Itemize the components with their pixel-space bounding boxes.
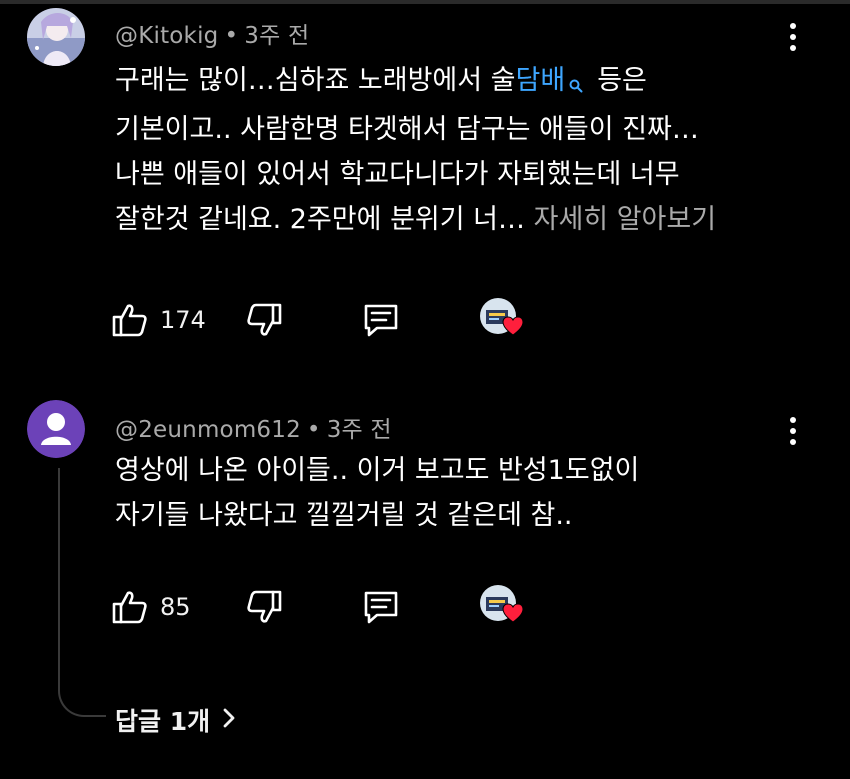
author-name[interactable]: @2eunmom612 (115, 417, 301, 443)
search-icon[interactable] (569, 62, 583, 107)
comment-meta: @2eunmom612 • 3주 전 (115, 410, 392, 444)
thread-connector (58, 468, 106, 717)
chevron-right-icon (222, 706, 236, 735)
comment-line: 기본이고.. 사람한명 타겟해서 담구는 애들이 진짜… (115, 114, 699, 145)
separator-dot: • (224, 23, 239, 49)
comment-text: 영상에 나온 아이들.. 이거 보고도 반성1도없이 자기들 나왔다고 낄낄거릴… (115, 448, 805, 538)
thumbs-up-icon[interactable] (110, 300, 150, 340)
comment-icon[interactable] (360, 299, 402, 341)
replies-button[interactable]: 답글 1개 (115, 700, 236, 740)
comment-line: 구래는 많이…심하죠 노래방에서 술담배 등은 (115, 58, 805, 107)
comment-meta: @Kitokig • 3주 전 (115, 16, 309, 50)
like-count: 85 (160, 593, 191, 621)
comment-line: 자기들 나왔다고 낄낄거릴 것 같은데 참.. (115, 500, 573, 531)
comment-line-text: 잘한것 같네요. 2주만에 분위기 너… (115, 204, 526, 235)
more-vertical-icon[interactable] (780, 17, 806, 57)
comment-line: 잘한것 같네요. 2주만에 분위기 너… 자세히 알아보기 (115, 197, 805, 242)
comment-line-text: 등은 (597, 65, 647, 96)
creator-heart-icon (502, 603, 524, 627)
like-button[interactable]: 174 (110, 298, 206, 342)
separator-dot: • (306, 417, 321, 443)
avatar[interactable] (27, 8, 85, 66)
creator-heart (480, 585, 524, 623)
comment-actions: 85 (110, 585, 570, 629)
reply-button[interactable] (360, 298, 402, 342)
comment-time: 3주 전 (244, 23, 310, 49)
comment-line-text: 구래는 많이…심하죠 노래방에서 술 (115, 65, 516, 96)
comment-time: 3주 전 (326, 417, 392, 443)
like-button[interactable]: 85 (110, 585, 191, 629)
read-more-link[interactable]: 자세히 알아보기 (534, 204, 716, 235)
creator-heart (480, 298, 524, 336)
more-vertical-icon[interactable] (780, 411, 806, 451)
thumbs-down-icon[interactable] (244, 587, 284, 627)
comment-line: 영상에 나온 아이들.. 이거 보고도 반성1도없이 (115, 455, 640, 486)
thumbs-up-icon[interactable] (110, 587, 150, 627)
replies-label: 답글 1개 (115, 707, 211, 736)
reply-button[interactable] (360, 585, 402, 629)
creator-heart-icon (502, 316, 524, 340)
comment-line: 나쁜 애들이 있어서 학교다니다가 자퇴했는데 너무 (115, 159, 680, 190)
top-divider (0, 0, 850, 4)
author-name[interactable]: @Kitokig (115, 23, 218, 49)
comment-text: 구래는 많이…심하죠 노래방에서 술담배 등은 기본이고.. 사람한명 타겟해서 … (115, 58, 805, 242)
like-count: 174 (160, 306, 206, 334)
comment-actions: 174 (110, 298, 570, 342)
search-link[interactable]: 담배 (516, 65, 566, 96)
thumbs-down-icon[interactable] (244, 300, 284, 340)
dislike-button[interactable] (244, 298, 284, 342)
avatar[interactable] (27, 400, 85, 458)
comment-icon[interactable] (360, 586, 402, 628)
dislike-button[interactable] (244, 585, 284, 629)
